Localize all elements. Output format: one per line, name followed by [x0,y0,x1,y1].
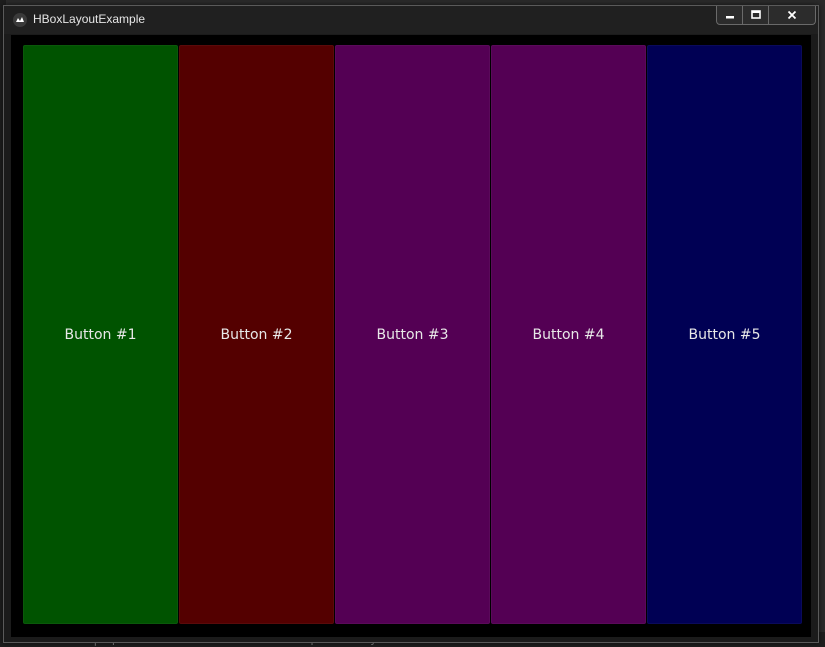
close-button[interactable] [769,6,816,25]
window-client-area: Button #1 Button #2 Button #3 Button #4 … [11,35,811,637]
maximize-button[interactable] [743,6,769,25]
button-1[interactable]: Button #1 [23,45,178,624]
kivy-logo-icon [13,13,27,27]
button-3[interactable]: Button #3 [335,45,490,624]
minimize-button[interactable] [716,6,743,25]
button-5[interactable]: Button #5 [647,45,802,624]
minimize-icon [725,16,734,19]
hbox-layout: Button #1 Button #2 Button #3 Button #4 … [23,45,802,624]
button-4[interactable]: Button #4 [491,45,646,624]
close-icon [787,10,797,20]
window-controls [716,6,816,26]
app-window: HBoxLayoutExample Button #1 Button #2 Bu… [3,5,819,643]
maximize-icon [750,10,761,19]
button-2[interactable]: Button #2 [179,45,334,624]
window-title: HBoxLayoutExample [33,12,146,26]
title-bar[interactable]: HBoxLayoutExample [4,6,818,34]
